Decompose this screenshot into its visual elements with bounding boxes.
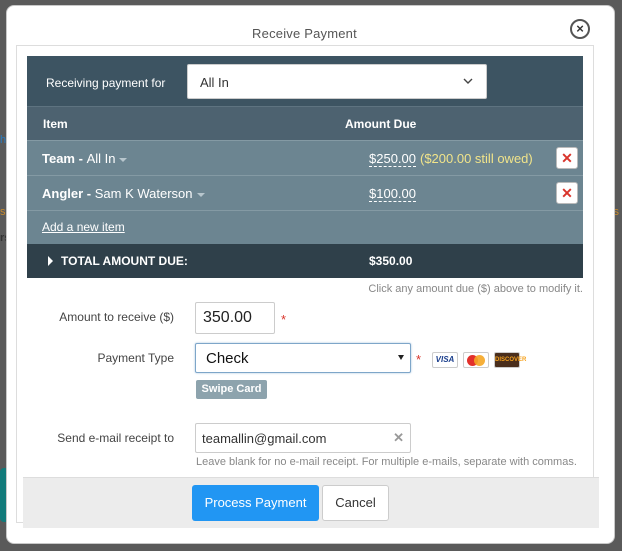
cancel-button[interactable]: Cancel [322, 485, 389, 521]
required-marker: * [416, 352, 422, 367]
remove-item-button[interactable]: ✕ [556, 182, 578, 204]
email-receipt-input[interactable]: teamallin@gmail.com ✕ [195, 423, 411, 453]
clear-icon[interactable]: ✕ [393, 430, 404, 446]
remove-item-button[interactable]: ✕ [556, 147, 578, 169]
total-amount: $350.00 [369, 254, 413, 268]
discover-card-icon: DISCOVER [494, 352, 526, 368]
process-payment-button[interactable]: Process Payment [192, 485, 319, 521]
amount-due: $250.00 ($200.00 still owed) [369, 151, 533, 167]
payment-type-select[interactable]: Check [195, 343, 411, 373]
caret-down-icon [196, 192, 205, 197]
expand-triangle-icon [48, 256, 53, 266]
item-separator: - [83, 186, 95, 201]
column-header-amount: Amount Due [345, 117, 417, 131]
email-hint: Leave blank for no e-mail receipt. For m… [196, 456, 577, 468]
amount-input[interactable]: 350.00 [195, 302, 275, 334]
item-separator: - [75, 151, 87, 166]
dropdown-arrow-icon [398, 355, 404, 360]
visa-card-icon: VISA [432, 352, 458, 368]
required-marker: * [281, 312, 287, 327]
still-owed-note: ($200.00 still owed) [420, 151, 533, 166]
modal-title: Receive Payment [252, 26, 357, 41]
close-button[interactable]: × [570, 19, 590, 39]
item-type: Team [42, 151, 75, 166]
receiving-for-value: All In [200, 75, 229, 90]
table-row: Team - All In $250.00 ($200.00 still owed… [27, 140, 583, 175]
amount-due-value[interactable]: $250.00 [369, 151, 416, 167]
table-row: Angler - Sam K Waterson $100.00 ✕ [27, 175, 583, 210]
swipe-card-button[interactable]: Swipe Card [196, 380, 267, 399]
receiving-for-label: Receiving payment for [46, 76, 166, 90]
payment-type-value: Check [206, 350, 249, 367]
amount-due: $100.00 [369, 186, 416, 202]
item-name[interactable]: Angler - Sam K Waterson [42, 186, 205, 201]
modify-hint: Click any amount due ($) above to modify… [368, 283, 583, 295]
email-value: teamallin@gmail.com [202, 431, 327, 446]
mastercard-icon [463, 352, 489, 368]
payment-items-table: Receiving payment for All In Item Amount… [27, 56, 583, 278]
add-item-row: Add a new item [27, 210, 583, 244]
receiving-for-select[interactable]: All In [187, 64, 487, 99]
payment-type-label: Payment Type [97, 351, 175, 365]
item-name[interactable]: Team - All In [42, 151, 128, 166]
total-row[interactable]: TOTAL AMOUNT DUE: $350.00 [27, 244, 583, 278]
caret-down-icon [119, 157, 128, 162]
column-header-item: Item [43, 117, 68, 131]
table-header: Item Amount Due [27, 106, 583, 140]
total-label: TOTAL AMOUNT DUE: [61, 254, 188, 268]
amount-label: Amount to receive ($) [59, 310, 174, 324]
item-label: All In [86, 151, 116, 166]
item-label: Sam K Waterson [94, 186, 193, 201]
amount-due-value[interactable]: $100.00 [369, 186, 416, 202]
item-type: Angler [42, 186, 84, 201]
add-new-item-link[interactable]: Add a new item [42, 220, 125, 234]
email-receipt-label: Send e-mail receipt to [57, 431, 174, 445]
receiving-for-row: Receiving payment for All In [27, 56, 583, 106]
chevron-down-icon [463, 78, 473, 84]
